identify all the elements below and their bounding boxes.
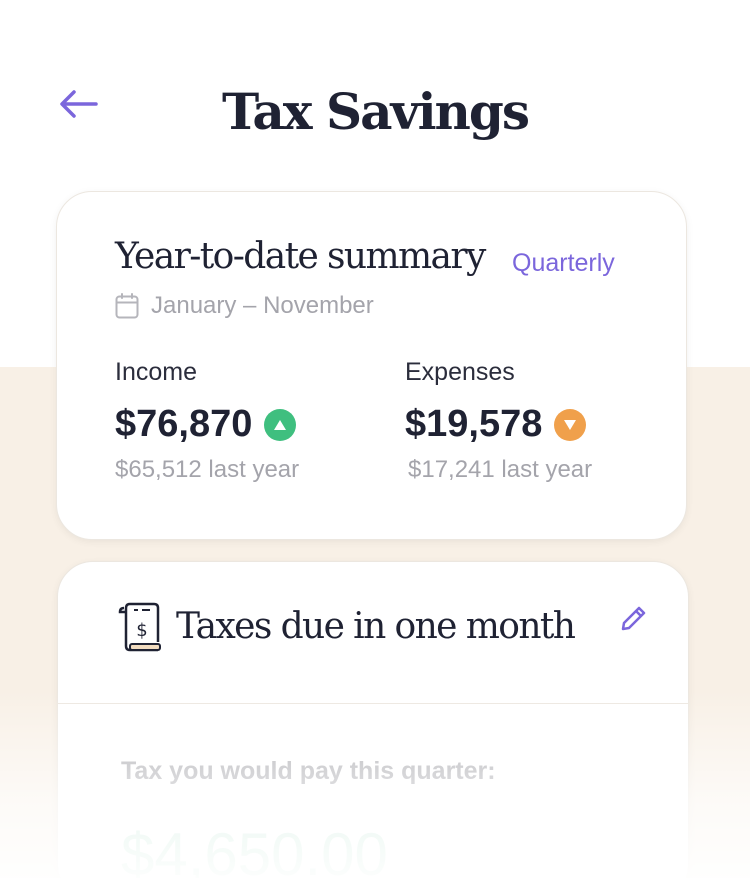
calendar-icon	[115, 293, 139, 319]
expenses-value: $19,578	[405, 403, 587, 446]
trend-down-icon	[554, 408, 587, 441]
income-value: $76,870	[115, 403, 297, 446]
income-amount: $76,870	[115, 403, 253, 445]
expenses-label: Expenses	[405, 358, 515, 386]
edit-button[interactable]	[616, 600, 652, 636]
receipt-dollar-icon: $	[118, 602, 162, 657]
pencil-icon	[621, 606, 646, 631]
quarterly-toggle[interactable]: Quarterly	[512, 249, 615, 278]
tax-quarter-amount: $4,650.00	[121, 821, 388, 878]
trend-up-icon	[264, 408, 297, 441]
income-label: Income	[115, 358, 197, 386]
income-last-year: $65,512 last year	[115, 456, 300, 483]
date-range-text: January – November	[151, 292, 374, 319]
taxes-card-header: $ Taxes due in one month	[58, 562, 688, 704]
tax-quarter-label: Tax you would pay this quarter:	[121, 757, 496, 785]
date-range: January – November	[115, 292, 374, 320]
summary-title: Year-to-date summary	[115, 236, 486, 277]
ytd-summary-card: Year-to-date summary Quarterly January –…	[56, 191, 687, 540]
page-title: Tax Savings	[221, 82, 530, 141]
taxes-title: Taxes due in one month	[176, 606, 576, 647]
expenses-amount: $19,578	[405, 403, 543, 445]
svg-text:$: $	[136, 620, 147, 641]
expenses-last-year: $17,241 last year	[408, 456, 593, 483]
taxes-due-card: $ Taxes due in one month Tax you would p…	[57, 561, 689, 878]
